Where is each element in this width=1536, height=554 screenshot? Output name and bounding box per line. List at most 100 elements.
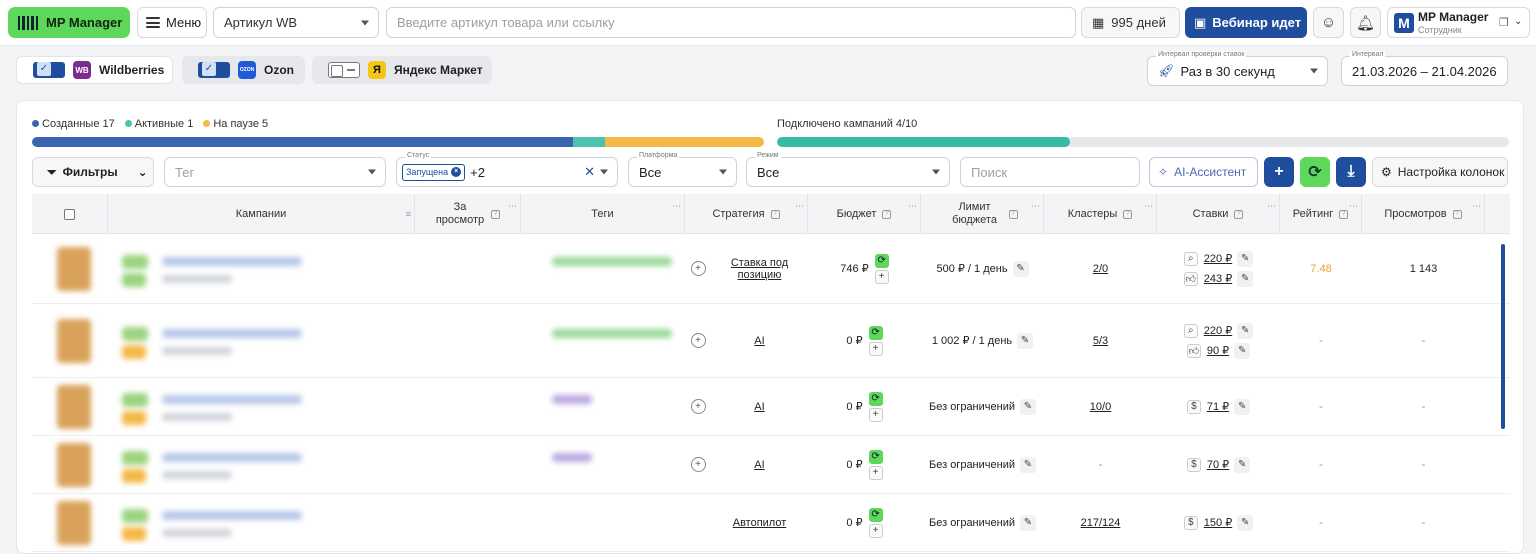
column-menu-icon[interactable]: ⋯ bbox=[795, 200, 804, 213]
column-menu-icon[interactable]: ⋯ bbox=[672, 200, 681, 213]
pencil-icon[interactable]: ✎ bbox=[1234, 456, 1251, 473]
marketplace-toggle-wildberries[interactable]: WB Wildberries bbox=[16, 56, 173, 84]
pencil-icon[interactable]: ✎ bbox=[1020, 514, 1036, 531]
subscription-days-button[interactable]: ▦ 995 дней bbox=[1081, 7, 1180, 38]
pencil-icon[interactable]: ✎ bbox=[1020, 456, 1036, 473]
plus-icon[interactable]: + bbox=[874, 269, 889, 284]
col-clusters[interactable]: Кластеры? ⋯ bbox=[1044, 194, 1157, 234]
column-menu-icon[interactable]: ≡ bbox=[406, 208, 411, 221]
logo-button[interactable]: MP Manager bbox=[8, 7, 130, 38]
help-icon[interactable]: ? bbox=[1339, 209, 1349, 219]
refresh-icon[interactable]: ⟳ bbox=[868, 391, 883, 406]
plus-icon[interactable]: + bbox=[868, 341, 883, 356]
col-views[interactable]: Просмотров? ⋯ bbox=[1362, 194, 1485, 234]
strategy-link[interactable]: Автопилот bbox=[733, 517, 787, 529]
strategy-link[interactable]: AI bbox=[754, 335, 764, 347]
user-menu[interactable]: M MP Manager Сотрудник ❐ ⌄ bbox=[1387, 7, 1530, 38]
clear-icon[interactable]: ✕ bbox=[584, 164, 595, 180]
column-menu-icon[interactable]: ⋯ bbox=[508, 200, 517, 213]
col-campaigns[interactable]: Кампании ≡ bbox=[108, 194, 415, 234]
pencil-icon[interactable]: ✎ bbox=[1237, 322, 1254, 339]
column-menu-icon[interactable]: ⋯ bbox=[1144, 200, 1153, 213]
refresh-icon[interactable]: ⟳ bbox=[868, 325, 883, 340]
help-icon[interactable]: ? bbox=[491, 209, 500, 219]
pencil-icon[interactable]: ✎ bbox=[1237, 270, 1254, 287]
article-search-input[interactable]: Введите артикул товара или ссылку bbox=[386, 7, 1076, 38]
bid-value[interactable]: 71 ₽ bbox=[1207, 400, 1229, 413]
status-chip[interactable]: Запущена × bbox=[402, 163, 466, 181]
pencil-icon[interactable]: ✎ bbox=[1017, 332, 1034, 349]
filters-button[interactable]: ⏷ Фильтры ⌄ bbox=[32, 157, 154, 187]
refresh-icon[interactable]: ⟳ bbox=[868, 507, 883, 522]
help-icon[interactable]: ? bbox=[1234, 209, 1244, 219]
bid-value[interactable]: 70 ₽ bbox=[1207, 458, 1229, 471]
plus-circle-icon[interactable]: + bbox=[690, 399, 706, 414]
column-menu-icon[interactable]: ⋯ bbox=[1349, 200, 1358, 213]
col-rating[interactable]: Рейтинг? ⋯ bbox=[1280, 194, 1362, 234]
toggle-switch[interactable] bbox=[198, 62, 230, 78]
clusters-value[interactable]: 2/0 bbox=[1093, 263, 1108, 275]
select-all-checkbox[interactable] bbox=[64, 208, 75, 220]
campaign-search-input[interactable]: Поиск bbox=[960, 157, 1140, 187]
webinar-button[interactable]: ▣ Вебинар идет bbox=[1185, 7, 1307, 38]
notifications-button[interactable]: 🔔︎ bbox=[1350, 7, 1381, 38]
vertical-scrollbar[interactable] bbox=[1501, 244, 1505, 429]
platform-select[interactable]: Платформа Все bbox=[628, 152, 737, 187]
close-icon[interactable]: × bbox=[451, 167, 462, 177]
column-menu-icon[interactable]: ⋯ bbox=[1267, 200, 1276, 213]
help-icon[interactable]: ? bbox=[1452, 209, 1462, 219]
col-budget-limit[interactable]: Лимит бюджета? ⋯ bbox=[921, 194, 1044, 234]
help-icon[interactable]: ? bbox=[1008, 209, 1018, 219]
bid-value[interactable]: 243 ₽ bbox=[1204, 272, 1232, 285]
article-type-select[interactable]: Артикул WB bbox=[213, 7, 379, 38]
col-budget[interactable]: Бюджет? ⋯ bbox=[808, 194, 921, 234]
bid-value[interactable]: 220 ₽ bbox=[1204, 252, 1232, 265]
plus-circle-icon[interactable]: + bbox=[690, 261, 706, 276]
bid-value[interactable]: 220 ₽ bbox=[1204, 324, 1232, 337]
marketplace-toggle-yandex[interactable]: Я Яндекс Маркет bbox=[312, 56, 492, 84]
plus-icon[interactable]: + bbox=[868, 465, 883, 480]
clusters-value[interactable]: 10/0 bbox=[1090, 401, 1111, 413]
ai-assistant-button[interactable]: ✧ AI-Ассистент bbox=[1149, 157, 1258, 187]
col-strategy[interactable]: Стратегия? ⋯ bbox=[685, 194, 808, 234]
help-icon[interactable]: ? bbox=[1123, 209, 1133, 219]
pencil-icon[interactable]: ✎ bbox=[1237, 514, 1254, 531]
strategy-link[interactable]: Ставка под позицию bbox=[715, 257, 804, 281]
status-select[interactable]: Статус Запущена × +2 ✕ bbox=[396, 152, 618, 187]
add-campaign-button[interactable]: + bbox=[1264, 157, 1294, 187]
plus-icon[interactable]: + bbox=[868, 523, 883, 538]
pencil-icon[interactable]: ✎ bbox=[1234, 342, 1251, 359]
marketplace-toggle-ozon[interactable]: OZON Ozon bbox=[182, 56, 305, 84]
toggle-switch[interactable] bbox=[328, 62, 360, 78]
pencil-icon[interactable]: ✎ bbox=[1237, 250, 1254, 267]
column-menu-icon[interactable]: ⋯ bbox=[1472, 200, 1481, 213]
col-tags[interactable]: Теги ⋯ bbox=[521, 194, 685, 234]
copy-icon[interactable]: ❐ bbox=[1499, 16, 1509, 29]
strategy-link[interactable]: AI bbox=[754, 401, 764, 413]
plus-icon[interactable]: + bbox=[868, 407, 883, 422]
pencil-icon[interactable]: ✎ bbox=[1234, 398, 1251, 415]
download-button[interactable]: ⤓ bbox=[1336, 157, 1366, 187]
tag-select[interactable]: Тег bbox=[164, 157, 386, 187]
toggle-switch[interactable] bbox=[33, 62, 65, 78]
column-settings-button[interactable]: ⚙ Настройка колонок bbox=[1372, 157, 1508, 187]
check-interval-select[interactable]: Интервал проверки ставок 🚀︎ Раз в 30 сек… bbox=[1147, 51, 1328, 86]
refresh-icon[interactable]: ⟳ bbox=[874, 253, 889, 268]
pencil-icon[interactable]: ✎ bbox=[1020, 398, 1036, 415]
mode-select[interactable]: Режим Все bbox=[746, 152, 950, 187]
strategy-link[interactable]: AI bbox=[754, 459, 764, 471]
plus-circle-icon[interactable]: + bbox=[690, 333, 706, 348]
pencil-icon[interactable]: ✎ bbox=[1012, 260, 1029, 277]
plus-circle-icon[interactable]: + bbox=[690, 457, 706, 472]
bid-value[interactable]: 90 ₽ bbox=[1207, 344, 1229, 357]
col-per-view[interactable]: За просмотр? ⋯ bbox=[415, 194, 521, 234]
clusters-value[interactable]: 217/124 bbox=[1081, 517, 1121, 529]
column-menu-icon[interactable]: ⋯ bbox=[908, 200, 917, 213]
help-icon[interactable]: ? bbox=[770, 209, 780, 219]
column-menu-icon[interactable]: ⋯ bbox=[1031, 200, 1040, 213]
menu-button[interactable]: Меню bbox=[137, 7, 207, 38]
refresh-icon[interactable]: ⟳ bbox=[868, 449, 883, 464]
help-icon[interactable]: ? bbox=[882, 209, 892, 219]
refresh-button[interactable]: ⟳ bbox=[1300, 157, 1330, 187]
clusters-value[interactable]: 5/3 bbox=[1093, 335, 1108, 347]
